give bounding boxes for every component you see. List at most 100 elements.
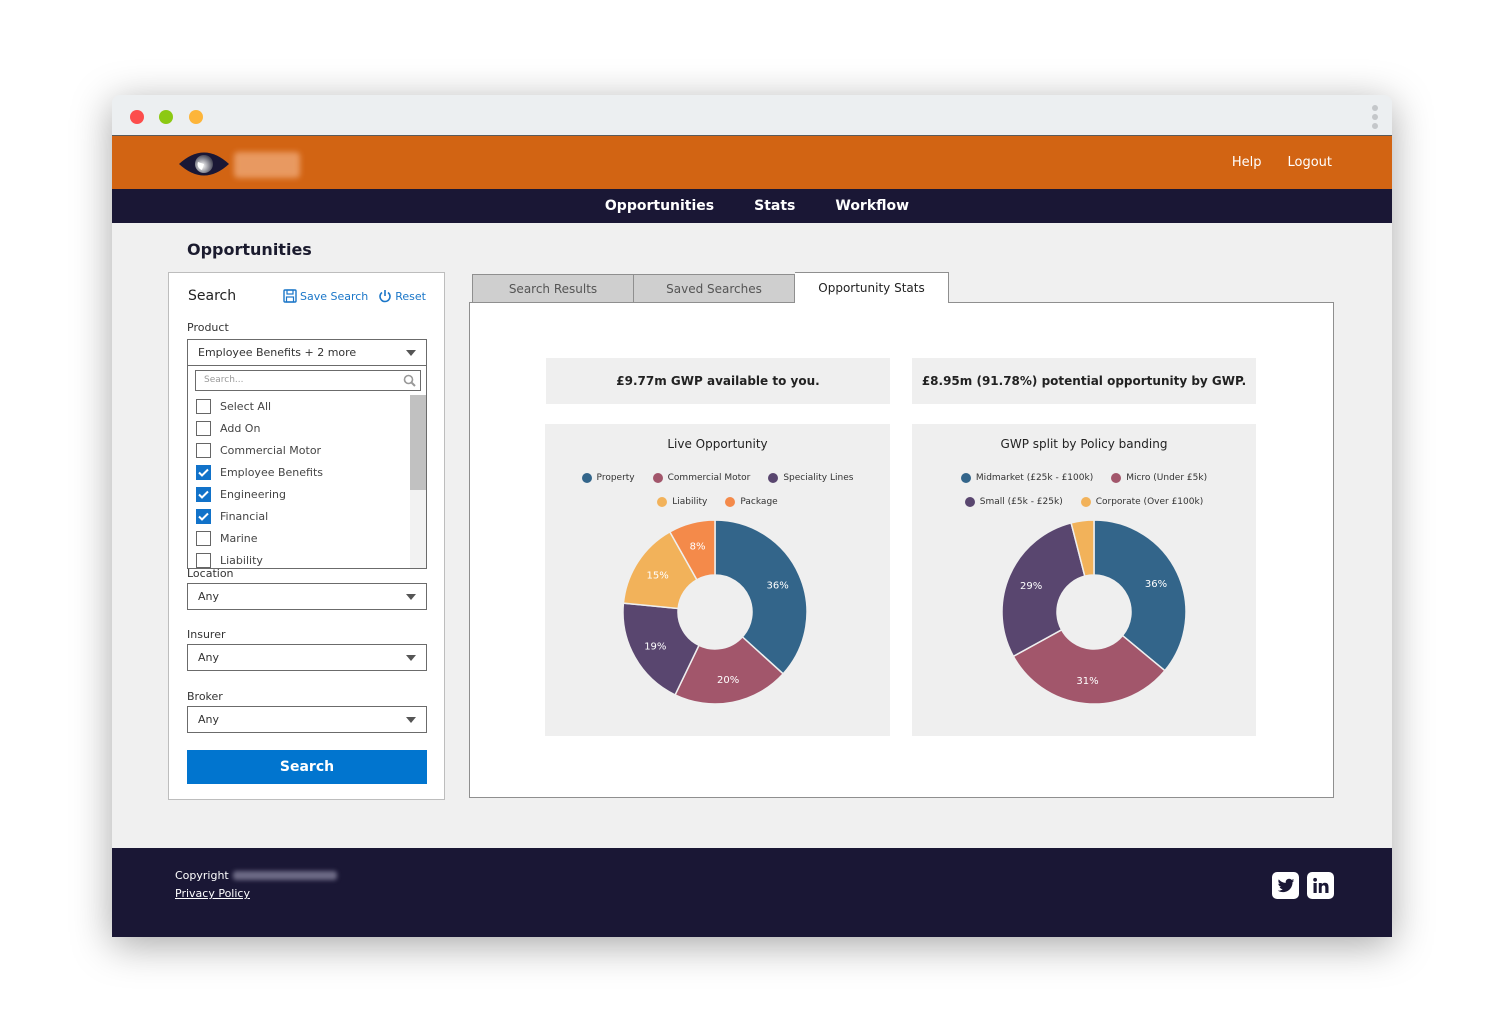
checkbox[interactable] [196, 552, 211, 568]
nav-opportunities[interactable]: Opportunities [605, 198, 714, 214]
save-icon [283, 289, 297, 303]
live-opportunity-chart: Live Opportunity Property Commercial Moto… [545, 424, 890, 736]
slice-label: 36% [767, 580, 789, 591]
location-select-value: Any [198, 590, 220, 603]
linkedin-icon[interactable] [1307, 872, 1334, 899]
kpi-potential-opportunity: £8.95m (91.78%) potential opportunity by… [912, 358, 1256, 404]
page-title: Opportunities [187, 240, 312, 259]
tab-search-results[interactable]: Search Results [472, 274, 634, 302]
insurer-select-value: Any [198, 651, 220, 664]
product-label: Product [187, 321, 229, 334]
slice-label: 29% [1020, 581, 1042, 592]
checkmark-icon [198, 468, 209, 477]
product-search-input[interactable]: Search... [195, 370, 421, 391]
donut-slice[interactable] [1001, 521, 1086, 658]
checkbox-checked[interactable] [196, 508, 211, 524]
more-menu-icon[interactable] [1372, 105, 1378, 132]
main-content: Opportunities Search Save Search Reset P… [112, 223, 1392, 848]
chevron-down-icon [406, 594, 416, 600]
product-option-label: Select All [220, 399, 272, 413]
product-option[interactable]: Commercial Motor [196, 439, 323, 461]
search-panel-title: Search [188, 288, 237, 304]
product-option[interactable]: Engineering [196, 483, 323, 505]
donut-chart: 36% 31% 29% [1001, 519, 1187, 705]
chevron-down-icon [406, 655, 416, 661]
checkbox[interactable] [196, 398, 211, 414]
nav-workflow[interactable]: Workflow [835, 198, 909, 214]
chevron-down-icon [406, 717, 416, 723]
top-header: Help Logout [112, 136, 1392, 189]
slice-label: 31% [1076, 676, 1098, 687]
checkmark-icon [198, 490, 209, 499]
product-option-label: Add On [220, 421, 261, 435]
slice-label: 8% [690, 542, 706, 553]
insurer-select[interactable]: Any [187, 644, 427, 671]
slice-label: 19% [644, 642, 666, 653]
product-option-label: Employee Benefits [220, 465, 324, 479]
reset-label: Reset [395, 289, 426, 303]
reset-button[interactable]: Reset [378, 289, 426, 303]
product-search-placeholder: Search... [204, 375, 244, 385]
product-option-label: Financial [220, 509, 269, 523]
brand-name-redacted [234, 152, 300, 178]
insurer-label: Insurer [187, 628, 226, 641]
minimize-window-button[interactable] [159, 110, 173, 124]
twitter-icon[interactable] [1272, 872, 1299, 899]
copyright-label: Copyright [175, 869, 229, 882]
policy-banding-chart: GWP split by Policy banding Midmarket (£… [912, 424, 1256, 736]
browser-window: Help Logout Opportunities Stats Workflow… [112, 95, 1392, 937]
maximize-window-button[interactable] [189, 110, 203, 124]
tab-saved-searches[interactable]: Saved Searches [634, 274, 795, 302]
product-option-label: Commercial Motor [220, 443, 322, 457]
chevron-down-icon [406, 350, 416, 356]
results-tabs: Search Results Saved Searches Opportunit… [472, 272, 949, 303]
privacy-policy-link[interactable]: Privacy Policy [175, 887, 250, 900]
checkbox[interactable] [196, 530, 211, 546]
product-option[interactable]: Financial [196, 505, 323, 527]
product-option[interactable]: Add On [196, 417, 323, 439]
kpi-gwp-available: £9.77m GWP available to you. [546, 358, 890, 404]
product-option-label: Marine [220, 531, 258, 545]
search-icon [403, 374, 416, 387]
power-icon [379, 290, 392, 303]
checkbox-checked[interactable] [196, 464, 211, 480]
copyright-owner-redacted [232, 871, 337, 880]
tab-opportunity-stats[interactable]: Opportunity Stats [795, 272, 949, 303]
product-option[interactable]: Employee Benefits [196, 461, 323, 483]
opportunity-stats-panel: £9.77m GWP available to you. £8.95m (91.… [469, 302, 1334, 798]
save-search-button[interactable]: Save Search [283, 289, 368, 303]
product-option-label: Liability [220, 553, 263, 567]
slice-label: 20% [717, 675, 739, 686]
checkbox[interactable] [196, 442, 211, 458]
save-search-label: Save Search [299, 289, 369, 303]
logout-link[interactable]: Logout [1287, 155, 1332, 170]
help-link[interactable]: Help [1232, 155, 1262, 170]
broker-select[interactable]: Any [187, 706, 427, 733]
footer: Copyright Privacy Policy [112, 848, 1392, 937]
product-options-list: Select All Add On Commercial Motor Employee… [196, 395, 323, 568]
product-option-label: Engineering [220, 487, 286, 501]
broker-select-value: Any [198, 713, 220, 726]
checkbox-checked[interactable] [196, 486, 211, 502]
location-select[interactable]: Any [187, 583, 427, 610]
main-nav: Opportunities Stats Workflow [112, 189, 1392, 223]
dropdown-scrollbar-thumb[interactable] [410, 395, 426, 490]
eye-logo-icon[interactable] [178, 149, 230, 179]
nav-stats[interactable]: Stats [754, 198, 795, 214]
donut-chart: 36% 20% 19% 15% 8% [622, 519, 808, 705]
checkbox[interactable] [196, 420, 211, 436]
title-bar [112, 95, 1392, 136]
slice-label: 15% [646, 571, 668, 582]
close-window-button[interactable] [130, 110, 144, 124]
product-select-value: Employee Benefits + 2 more [198, 346, 357, 359]
search-panel: Search Save Search Reset Product Employe… [168, 272, 445, 800]
slice-label: 36% [1145, 579, 1167, 590]
product-select[interactable]: Employee Benefits + 2 more [187, 339, 427, 366]
location-label: Location [187, 567, 234, 580]
search-button[interactable]: Search [187, 750, 427, 784]
product-option[interactable]: Marine [196, 527, 323, 549]
checkmark-icon [198, 512, 209, 521]
product-option[interactable]: Liability [196, 549, 323, 568]
broker-label: Broker [187, 690, 223, 703]
product-option[interactable]: Select All [196, 395, 323, 417]
